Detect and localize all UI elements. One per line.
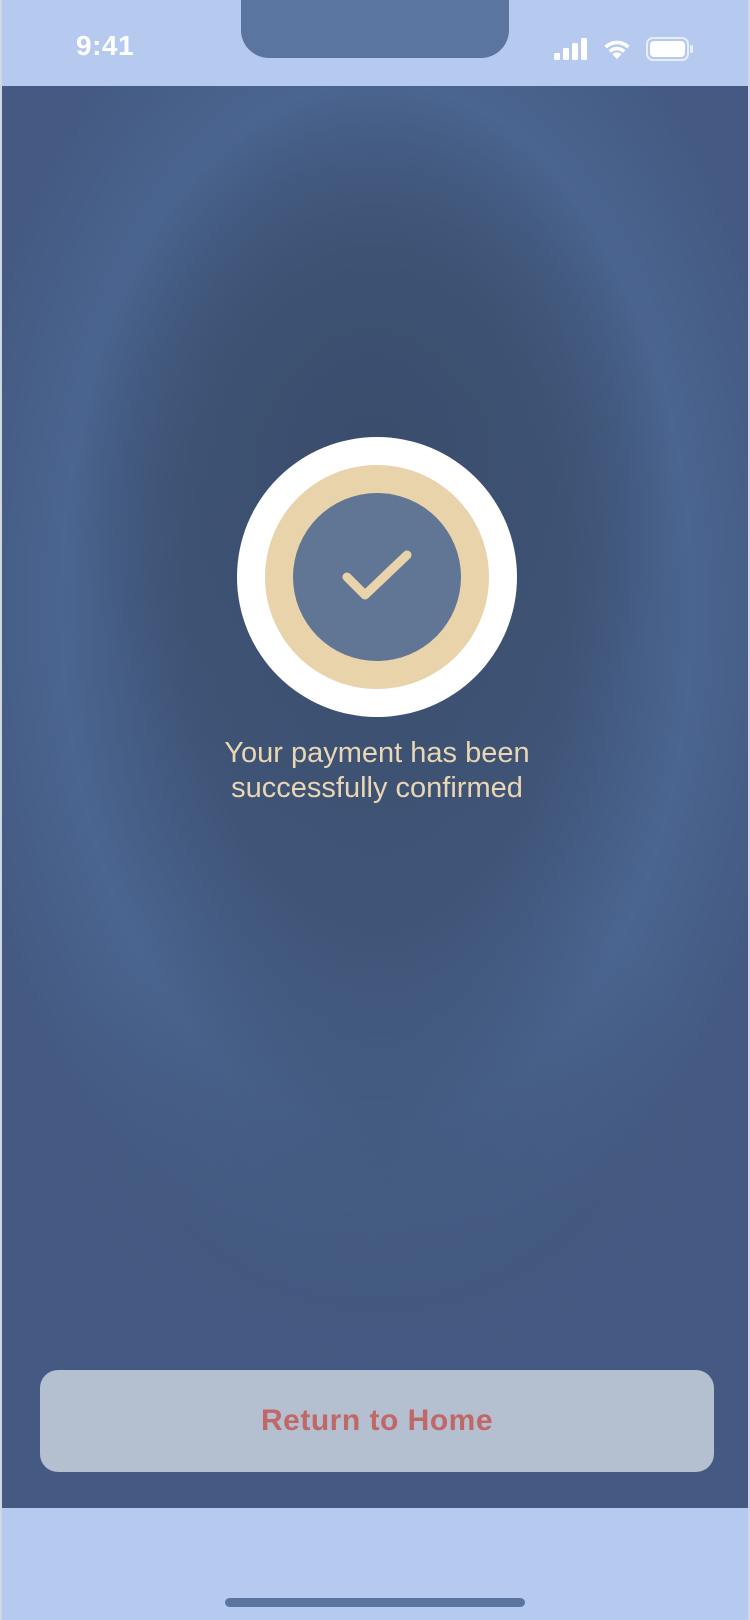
signal-icon (554, 38, 588, 60)
status-time: 9:41 (76, 30, 135, 61)
wifi-icon (602, 38, 632, 60)
confirmation-screen: Your payment has been successfully confi… (2, 86, 748, 1508)
confirmation-message: Your payment has been successfully confi… (152, 736, 602, 806)
phone-screen: 9:41 Your payment has been successfully … (0, 0, 750, 1620)
checkmark-icon (335, 543, 419, 612)
device-notch (241, 0, 509, 58)
battery-icon (646, 37, 694, 61)
status-icons (554, 36, 694, 62)
success-badge-core (293, 493, 461, 661)
success-badge-ring (265, 465, 489, 689)
confirmation-message-line-1: Your payment has been (224, 737, 530, 769)
status-bar: 9:41 (0, 0, 750, 86)
success-badge (237, 437, 517, 717)
confirmation-message-line-2: successfully confirmed (231, 772, 523, 804)
return-to-home-button[interactable]: Return to Home (40, 1370, 714, 1472)
bottom-safe-area (0, 1508, 750, 1620)
home-indicator[interactable] (225, 1598, 525, 1607)
